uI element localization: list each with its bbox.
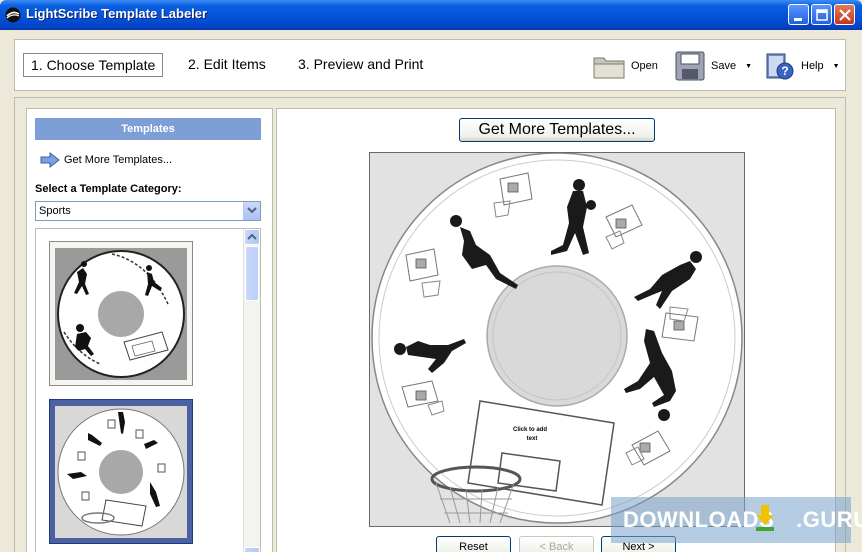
svg-text:?: ? <box>781 64 788 78</box>
help-book-icon: ? <box>766 53 794 80</box>
disc-label-image: Click to add text <box>370 153 744 526</box>
maximize-icon <box>816 9 828 21</box>
folder-icon <box>593 57 625 79</box>
help-label: Help <box>801 60 824 72</box>
save-label: Save <box>711 60 737 72</box>
scroll-thumb[interactable] <box>245 246 259 301</box>
reset-button[interactable]: Reset <box>436 536 511 552</box>
step-edit-items[interactable]: 2. Edit Items <box>188 56 266 72</box>
title-bar: LightScribe Template Labeler <box>0 0 862 30</box>
save-button[interactable]: Save ▼ <box>675 50 752 82</box>
template-list <box>35 228 261 552</box>
step-choose-template[interactable]: 1. Choose Template <box>23 53 164 77</box>
preview-panel: Get More Templates... Click to add text … <box>276 108 836 552</box>
category-label: Select a Template Category: <box>35 183 182 195</box>
toolbar: 1. Choose Template 2. Edit Items 3. Prev… <box>14 39 846 91</box>
step-preview-print[interactable]: 3. Preview and Print <box>298 56 423 72</box>
category-select[interactable]: Sports <box>35 201 261 221</box>
download-arrow-icon <box>756 505 774 531</box>
help-dropdown-arrow-icon[interactable]: ▼ <box>833 63 840 70</box>
chevron-down-icon <box>247 207 257 214</box>
save-dropdown-arrow-icon[interactable]: ▼ <box>745 63 752 70</box>
maximize-button[interactable] <box>811 4 832 25</box>
arrow-right-icon <box>40 152 60 168</box>
app-window: LightScribe Template Labeler 1. Choose T… <box>0 0 862 552</box>
template-list-scrollbar[interactable] <box>243 229 260 552</box>
lightscribe-app-icon <box>5 7 21 23</box>
minimize-icon <box>794 18 802 21</box>
watermark: DOWNLOADS .GURU <box>611 497 862 543</box>
watermark-text: DOWNLOADS .GURU <box>623 507 862 532</box>
basketball-template-image <box>55 406 187 538</box>
floppy-disk-icon <box>675 51 705 81</box>
open-label: Open <box>631 60 658 72</box>
disc-text-line2: text <box>527 436 538 442</box>
templates-panel: Templates Get More Templates... Select a… <box>26 108 273 552</box>
main-panel: Templates Get More Templates... Select a… <box>14 97 846 552</box>
disc-text-line1: Click to add <box>513 427 547 433</box>
close-button[interactable] <box>834 4 855 25</box>
category-value: Sports <box>39 205 71 217</box>
scroll-up-button[interactable] <box>244 229 260 245</box>
get-more-templates-link-text: Get More Templates... <box>64 154 173 166</box>
disc-preview[interactable]: Click to add text <box>369 152 745 527</box>
baseball-template-image <box>55 248 187 380</box>
open-button[interactable]: Open <box>593 50 658 82</box>
minimize-button[interactable] <box>788 4 809 25</box>
template-thumbnail-baseball[interactable] <box>49 241 193 386</box>
get-more-templates-link[interactable]: Get More Templates... <box>40 152 172 168</box>
template-thumbnail-basketball[interactable] <box>49 399 193 544</box>
window-title: LightScribe Template Labeler <box>26 6 208 21</box>
templates-header: Templates <box>35 118 261 140</box>
scroll-down-button[interactable] <box>244 547 260 552</box>
get-more-templates-button[interactable]: Get More Templates... <box>459 118 655 142</box>
category-dropdown-button[interactable] <box>243 202 260 220</box>
help-button[interactable]: ? Help ▼ <box>765 50 840 82</box>
close-icon <box>839 9 851 21</box>
chevron-up-icon <box>247 233 257 240</box>
chevron-down-icon <box>245 548 259 552</box>
back-button[interactable]: < Back <box>519 536 594 552</box>
